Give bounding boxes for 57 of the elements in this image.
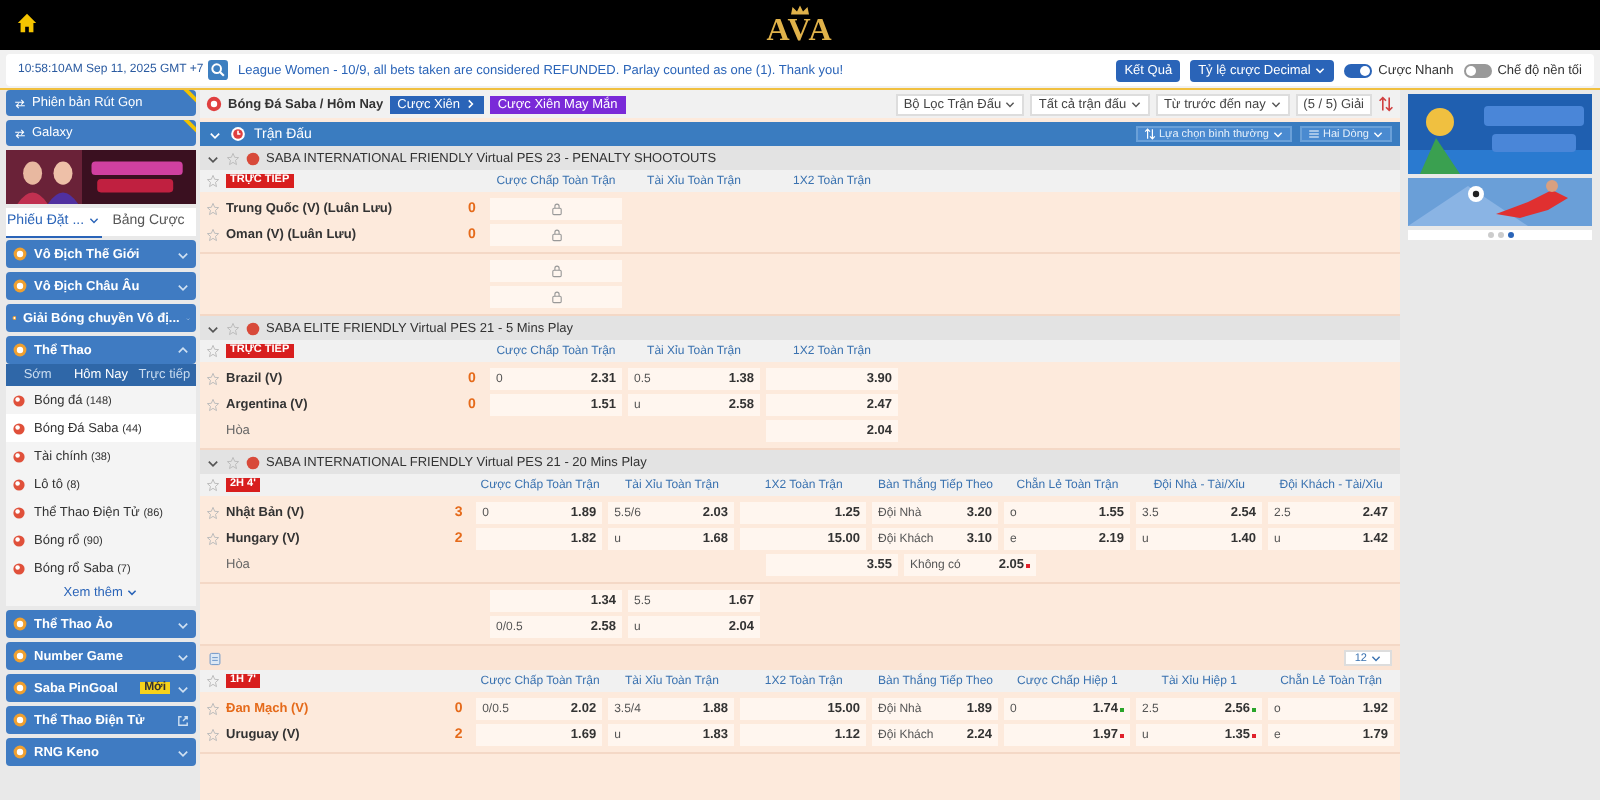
lock-icon <box>549 228 563 242</box>
lock-icon <box>549 202 563 216</box>
chevron-icon[interactable] <box>176 649 190 663</box>
chevron-down-icon <box>1370 651 1382 664</box>
swap-arrows-icon <box>14 97 26 109</box>
carousel-dot[interactable] <box>1507 232 1513 238</box>
expand-icon[interactable] <box>208 651 222 665</box>
chevron-icon[interactable] <box>176 745 190 759</box>
favorite-star-icon[interactable] <box>206 398 220 412</box>
sort-icon[interactable] <box>1378 96 1394 112</box>
favorite-star-icon[interactable] <box>206 228 220 242</box>
chevron-down-icon <box>1272 127 1284 140</box>
toggle-switch[interactable] <box>1463 63 1492 77</box>
chevron-icon[interactable] <box>176 343 190 357</box>
favorite-star-icon[interactable] <box>206 674 220 688</box>
chevron-down-icon <box>1004 97 1017 110</box>
swap-arrows-icon <box>14 127 26 139</box>
favorite-star-icon[interactable] <box>206 506 220 520</box>
menu-icon <box>1308 127 1320 140</box>
crown-icon <box>787 4 812 16</box>
chevron-down-icon <box>1269 97 1282 110</box>
chevron-down-icon <box>1129 97 1142 110</box>
favorite-star-icon[interactable] <box>206 478 220 492</box>
chevron-icon[interactable] <box>176 279 190 293</box>
clock-icon <box>230 126 246 142</box>
chevron-icon[interactable] <box>176 617 190 631</box>
chevron-icon[interactable] <box>206 455 220 469</box>
chevron-down-icon <box>1372 127 1384 140</box>
search-icon[interactable] <box>208 60 228 80</box>
favorite-star-icon[interactable] <box>226 151 240 165</box>
chevron-down-icon <box>126 586 139 599</box>
chevron-icon[interactable] <box>176 681 190 695</box>
ball-icon <box>246 455 260 469</box>
chevron-down-icon <box>87 213 100 226</box>
home-icon[interactable] <box>16 12 38 34</box>
chevron-icon[interactable] <box>176 247 190 261</box>
favorite-star-icon[interactable] <box>226 321 240 335</box>
external-link-icon[interactable] <box>176 713 190 727</box>
logo[interactable]: AVA <box>766 16 834 46</box>
toggle-switch[interactable] <box>1344 63 1373 77</box>
sort-icon <box>1143 127 1156 140</box>
chevron-down-icon <box>1314 63 1327 76</box>
favorite-star-icon[interactable] <box>206 728 220 742</box>
favorite-star-icon[interactable] <box>206 532 220 546</box>
ball-icon <box>246 151 260 165</box>
favorite-star-icon[interactable] <box>206 202 220 216</box>
favorite-star-icon[interactable] <box>206 372 220 386</box>
favorite-star-icon[interactable] <box>206 174 220 188</box>
lock-icon <box>549 264 563 278</box>
favorite-star-icon[interactable] <box>206 344 220 358</box>
favorite-star-icon[interactable] <box>226 455 240 469</box>
chevron-right-icon <box>463 97 476 110</box>
lock-icon <box>549 290 563 304</box>
ball-icon <box>246 321 260 335</box>
favorite-star-icon[interactable] <box>206 702 220 716</box>
chevron-icon[interactable] <box>206 321 220 335</box>
ball-icon <box>206 96 222 112</box>
